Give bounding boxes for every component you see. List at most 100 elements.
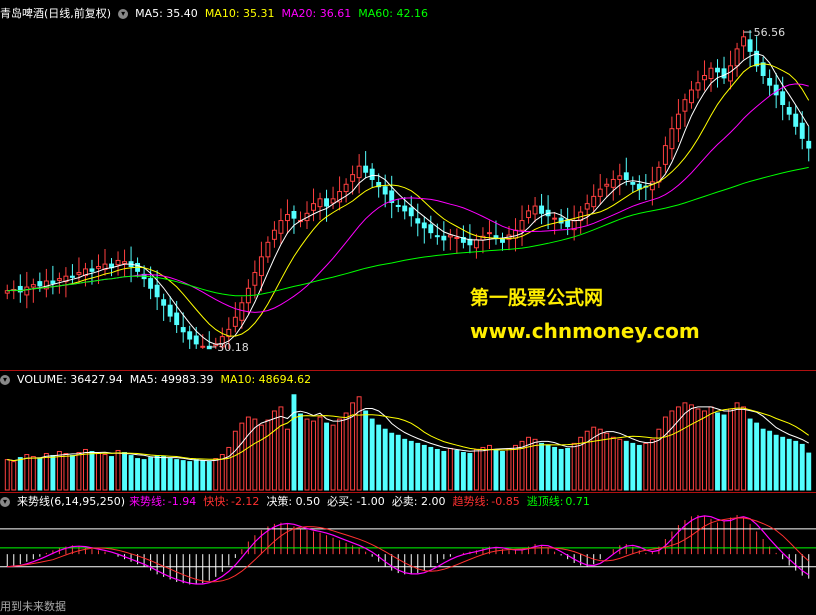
candle-body [584, 203, 590, 210]
vol-ma5: MA5: 49983.39 [129, 373, 214, 386]
volume-bar [428, 446, 434, 491]
settings-icon[interactable]: ▾ [0, 497, 10, 507]
volume-bar [721, 414, 727, 491]
candle-body [454, 236, 460, 239]
volume-bar [265, 419, 271, 491]
candle-body [180, 327, 186, 333]
candle-body [747, 39, 753, 52]
candle-body [265, 241, 271, 258]
candle-body [271, 229, 277, 240]
volume-bar [584, 430, 590, 491]
candle-body [37, 281, 43, 287]
volume-header: ▾ VOLUME: 36427.94 MA5: 49983.39 MA10: 4869… [0, 372, 318, 388]
volume-bar [565, 447, 571, 491]
candle-body [675, 113, 681, 130]
candle-body [258, 256, 264, 277]
momentum-value: -0.85 [491, 495, 520, 508]
candle-body [532, 205, 538, 215]
watermark-title: 第一股票公式网 [470, 287, 604, 309]
volume-bar [623, 440, 629, 491]
volume-bar [271, 410, 277, 491]
candle-body [343, 183, 349, 193]
fast-value: -2.12 [230, 495, 260, 508]
volume-bar [82, 448, 88, 491]
candle-body [486, 232, 492, 235]
volume-bar [141, 459, 147, 491]
volume-bar [571, 442, 577, 491]
candle-body [311, 203, 316, 211]
low-annotation: 30.18 [217, 341, 249, 354]
candle-body [193, 335, 199, 345]
candle-body [239, 302, 245, 321]
volume-bar [24, 454, 30, 491]
volume-bar [115, 449, 121, 491]
candle-body [552, 217, 558, 220]
volume-bar [206, 461, 212, 491]
candle-body [30, 284, 36, 288]
volume-bar [617, 438, 623, 491]
candle-body [161, 299, 167, 306]
volume-bar [278, 406, 284, 491]
candle-body [623, 172, 629, 180]
volume-bar [636, 444, 642, 491]
volume-bar [513, 444, 518, 491]
momentum-label: 趋势线: [452, 495, 490, 508]
candle-body [200, 345, 206, 348]
ma20-value: MA20: 36.61 [281, 7, 352, 20]
candle-body [786, 107, 792, 115]
volume-bar [506, 447, 512, 491]
volume-bar [480, 446, 486, 491]
candle-body [115, 259, 121, 266]
volume-bar [649, 438, 655, 491]
candle-body [382, 186, 388, 195]
ma5-value: MA5: 35.40 [135, 7, 198, 20]
candle-body [688, 89, 694, 104]
volume-bar [43, 453, 49, 491]
volume-bar [454, 449, 460, 491]
buy-value: 必买: -1.00 [327, 495, 385, 508]
settings-icon[interactable]: ▾ [0, 375, 10, 385]
candle-body [799, 122, 805, 139]
volume-bar [467, 453, 473, 491]
volume-bar [69, 455, 75, 491]
volume-bar [187, 461, 193, 491]
settings-icon[interactable]: ▾ [118, 9, 129, 19]
volume-bar [493, 448, 499, 491]
volume-bar [109, 456, 114, 491]
candle-body [649, 181, 655, 191]
candle-body [56, 278, 62, 281]
volume-bar [239, 422, 245, 491]
volume-bar [408, 440, 414, 491]
volume-bar [754, 422, 760, 491]
candle-body [806, 140, 812, 149]
candle-body [24, 286, 30, 296]
price-ma10-line [7, 63, 810, 337]
candle-body [174, 312, 180, 326]
volume-bar [317, 416, 323, 491]
candle-body [617, 175, 623, 180]
candle-body [317, 198, 323, 208]
volume-bar [324, 422, 330, 491]
volume-bar [363, 410, 369, 491]
candle-body [513, 229, 518, 239]
candle-body [434, 235, 440, 238]
volume-bar [102, 454, 108, 491]
volume-bar [773, 434, 779, 491]
candle-body [76, 272, 82, 275]
candle-body [734, 48, 740, 67]
top-label: 逃顶线: [526, 495, 564, 508]
candle-body [148, 278, 154, 289]
ma10-value: MA10: 35.31 [204, 7, 275, 20]
volume-bar [226, 446, 232, 491]
volume-bar [604, 432, 610, 491]
volume-bar [161, 456, 167, 491]
volume-bar [304, 418, 310, 491]
stock-title: 青岛啤酒(日线,前复权) [0, 7, 112, 20]
volume-bar [421, 444, 427, 491]
price-ma5-line [7, 53, 810, 345]
price-ma60-line [7, 166, 809, 297]
chart-canvas: 56.56 30.18 [0, 26, 816, 585]
volume-bar [193, 459, 199, 491]
volume-bar [56, 450, 62, 491]
volume-bar [167, 458, 173, 491]
